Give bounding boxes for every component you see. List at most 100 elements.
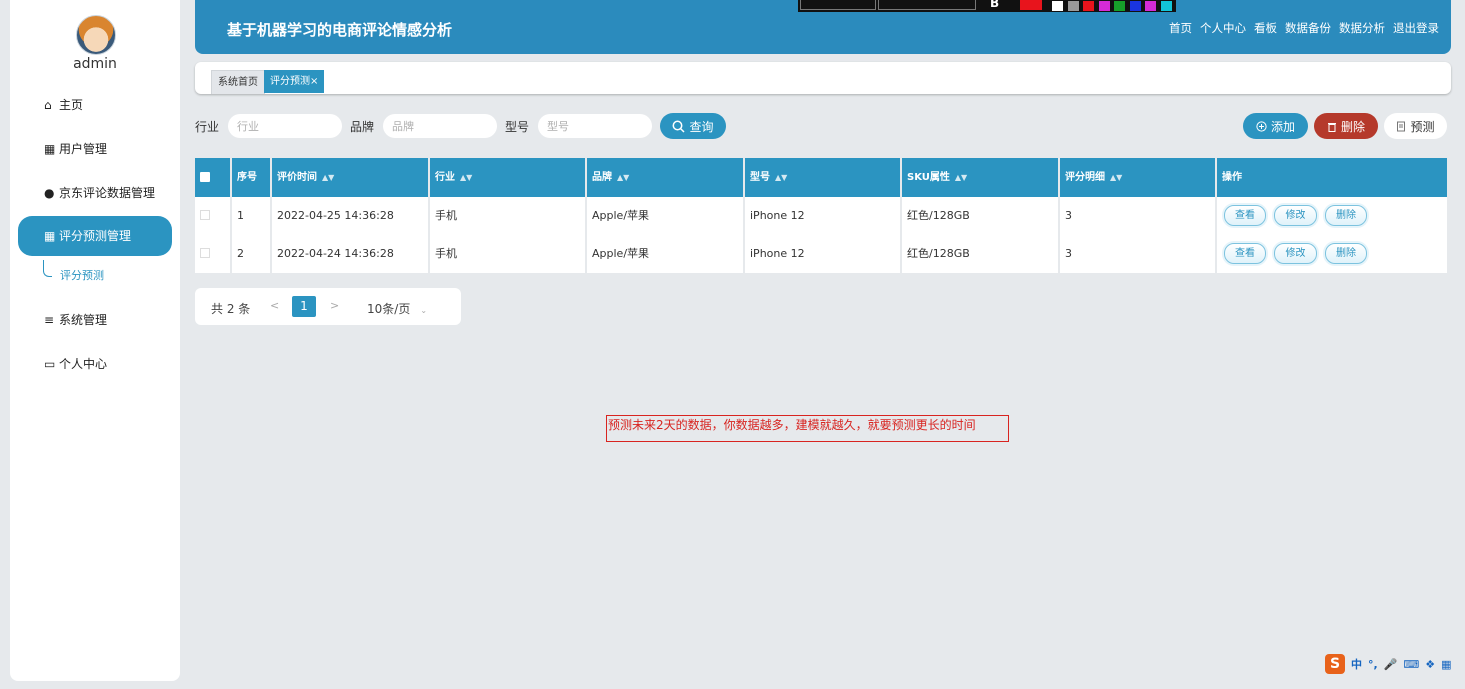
color-swatch[interactable] (1082, 0, 1095, 12)
search-icon (673, 120, 686, 133)
cell-brand: Apple/苹果 (587, 235, 743, 273)
sort-icon[interactable]: ▲▼ (955, 173, 967, 182)
row-select-cell (195, 235, 230, 273)
nav-home[interactable]: 首页 (1169, 20, 1192, 36)
sidebar: admin ⌂ 主页 ▦ 用户管理 ● 京东评论数据管理 ▦ 评分预测管理 评分… (10, 0, 180, 681)
row-delete-button[interactable]: 删除 (1325, 243, 1367, 264)
col-time[interactable]: 评价时间 ▲▼ (272, 158, 428, 197)
col-brand[interactable]: 品牌 ▲▼ (587, 158, 743, 197)
punctuation-icon[interactable]: °, (1368, 658, 1378, 671)
keyboard-icon[interactable]: ⌨ (1403, 658, 1419, 671)
cell-actions: 查看 修改 删除 (1217, 197, 1447, 235)
tab-close-icon[interactable]: × (310, 76, 318, 87)
page-size-select[interactable]: 10条/页 ⌄ (367, 300, 427, 317)
cell-time: 2022-04-25 14:36:28 (272, 197, 428, 235)
model-input[interactable] (538, 114, 652, 138)
select-all-checkbox[interactable] (200, 172, 210, 182)
trash-icon (1327, 122, 1336, 132)
sidebar-item-profile[interactable]: ▭ 个人中心 (18, 344, 172, 384)
apps-icon[interactable]: ▦ (1441, 658, 1451, 671)
tabs-bar: 系统首页 评分预测× (195, 62, 1451, 94)
sidebar-item-home[interactable]: ⌂ 主页 (18, 85, 172, 125)
row-checkbox[interactable] (200, 210, 210, 220)
sidebar-item-system[interactable]: ≡ 系统管理 (18, 300, 172, 340)
cell-score: 3 (1060, 197, 1215, 235)
sort-icon[interactable]: ▲▼ (775, 173, 787, 182)
brand-label: 品牌 (350, 120, 375, 134)
next-page-button[interactable]: > (330, 299, 339, 312)
color-swatch[interactable] (1128, 0, 1142, 12)
row-select-cell (195, 197, 230, 235)
submenu-connector (43, 260, 52, 277)
edit-button[interactable]: 修改 (1274, 205, 1317, 226)
chevron-down-icon: ⌄ (420, 306, 428, 315)
total-count: 共 2 条 (211, 302, 251, 316)
col-score[interactable]: 评分明细 ▲▼ (1060, 158, 1215, 197)
cell-industry: 手机 (430, 235, 585, 273)
delete-button[interactable]: 删除 (1314, 113, 1378, 139)
color-swatch[interactable] (1159, 0, 1173, 12)
col-label: 评分明细 (1065, 172, 1105, 183)
nav-logout[interactable]: 退出登录 (1393, 20, 1439, 36)
home-icon: ⌂ (44, 98, 52, 112)
cell-sku: 红色/128GB (902, 235, 1058, 273)
sort-icon[interactable]: ▲▼ (1110, 173, 1122, 182)
bold-icon[interactable]: B (990, 0, 999, 10)
submenu-item-rating-prediction[interactable]: 评分预测 (60, 267, 104, 283)
tab-rating-prediction[interactable]: 评分预测× (264, 70, 325, 93)
select-all-cell (195, 158, 230, 197)
cell-score: 3 (1060, 235, 1215, 273)
font-size-select[interactable] (800, 0, 876, 10)
col-label: 评价时间 (277, 172, 317, 183)
sidebar-item-users[interactable]: ▦ 用户管理 (18, 129, 172, 169)
color-swatch[interactable] (1066, 0, 1080, 12)
prev-page-button[interactable]: < (270, 299, 279, 312)
microphone-icon[interactable]: 🎤 (1384, 658, 1398, 671)
current-color-swatch[interactable] (1020, 0, 1042, 10)
sogou-logo-icon[interactable]: S (1325, 654, 1345, 674)
col-label: 品牌 (592, 172, 612, 183)
view-button[interactable]: 查看 (1224, 205, 1266, 226)
cell-index: 2 (232, 235, 270, 273)
view-button[interactable]: 查看 (1224, 243, 1266, 264)
color-swatch[interactable] (1144, 0, 1157, 12)
nav-analysis[interactable]: 数据分析 (1339, 20, 1385, 36)
nav-dashboard[interactable]: 看板 (1254, 20, 1277, 36)
page-size-label: 10条/页 (367, 302, 411, 316)
sidebar-item-jd-comments[interactable]: ● 京东评论数据管理 (18, 173, 172, 213)
cell-industry: 手机 (430, 197, 585, 235)
query-button[interactable]: 查询 (660, 113, 726, 139)
sidebar-item-label: 主页 (59, 98, 84, 112)
row-delete-button[interactable]: 删除 (1325, 205, 1367, 226)
nav-profile[interactable]: 个人中心 (1200, 20, 1246, 36)
add-button[interactable]: 添加 (1243, 113, 1308, 139)
font-family-select[interactable] (878, 0, 976, 10)
color-swatch[interactable] (1097, 0, 1111, 12)
sidebar-item-label: 评分预测管理 (59, 229, 132, 243)
col-industry[interactable]: 行业 ▲▼ (430, 158, 585, 197)
ime-toolbar: S 中 °, 🎤 ⌨ ❖ ▦ (1325, 652, 1452, 676)
sidebar-item-rating-prediction[interactable]: ▦ 评分预测管理 (18, 216, 172, 256)
sort-icon[interactable]: ▲▼ (617, 173, 629, 182)
row-checkbox[interactable] (200, 248, 210, 258)
color-swatch[interactable] (1051, 0, 1064, 12)
ime-mode[interactable]: 中 (1351, 656, 1362, 672)
sort-icon[interactable]: ▲▼ (322, 173, 334, 182)
cell-actions: 查看 修改 删除 (1217, 235, 1447, 273)
color-swatch[interactable] (1113, 0, 1126, 12)
edit-button[interactable]: 修改 (1274, 243, 1317, 264)
annotation-textbox[interactable]: 预测未来2天的数据，你数据越多，建模就越久，就要预测更长的时间 (606, 415, 1009, 442)
industry-input[interactable] (228, 114, 342, 138)
skin-icon[interactable]: ❖ (1425, 658, 1435, 671)
col-model[interactable]: 型号 ▲▼ (745, 158, 900, 197)
predict-button[interactable]: 预测 (1384, 113, 1447, 139)
page-number-button[interactable]: 1 (292, 296, 316, 317)
cell-index: 1 (232, 197, 270, 235)
sort-icon[interactable]: ▲▼ (460, 173, 472, 182)
avatar[interactable] (76, 15, 116, 55)
tab-home[interactable]: 系统首页 (211, 70, 265, 94)
brand-input[interactable] (383, 114, 497, 138)
col-sku[interactable]: SKU属性 ▲▼ (902, 158, 1058, 197)
model-label: 型号 (505, 120, 530, 134)
nav-backup[interactable]: 数据备份 (1285, 20, 1331, 36)
